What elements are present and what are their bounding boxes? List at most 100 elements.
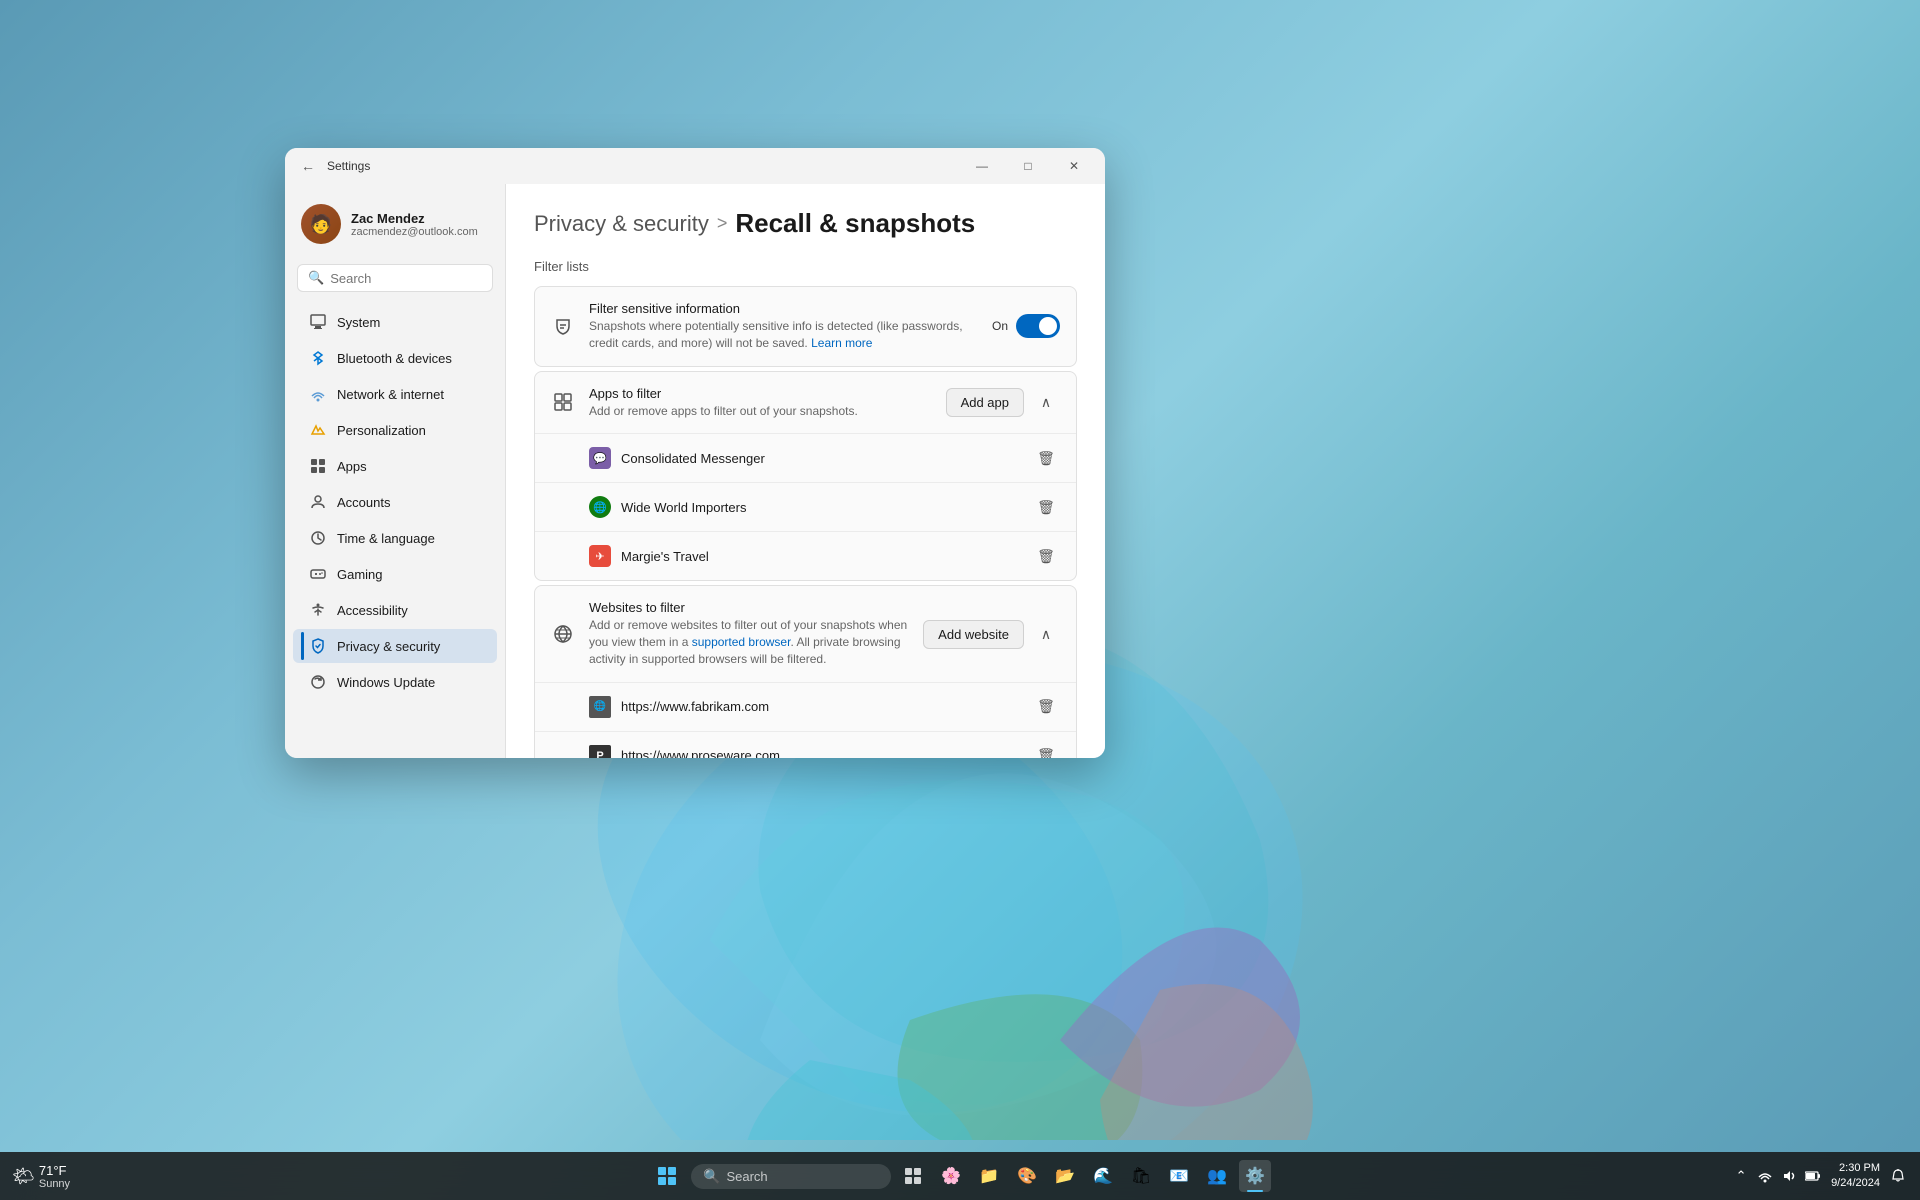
filter-sensitive-action: On	[992, 314, 1060, 338]
sidebar-item-system-label: System	[337, 315, 380, 330]
title-bar-controls: — □ ✕	[959, 150, 1097, 182]
system-icon	[309, 313, 327, 331]
apps-to-filter-desc: Add or remove apps to filter out of your…	[589, 403, 932, 420]
delete-wide-world-importers-btn[interactable]: 🗑	[1032, 493, 1060, 521]
bluetooth-icon	[309, 349, 327, 367]
files-button[interactable]: 📂	[1049, 1160, 1081, 1192]
app-item-label-0: Consolidated Messenger	[621, 451, 1022, 466]
supported-browser-link[interactable]: supported browser	[692, 635, 791, 649]
show-hidden-icons-button[interactable]: ⌃	[1731, 1166, 1751, 1186]
apps-to-filter-action: Add app ∧	[946, 388, 1060, 417]
system-tray: ⌃	[1731, 1166, 1823, 1186]
weather-condition: Sunny	[39, 1178, 70, 1190]
widgets-button[interactable]: 🌸	[935, 1160, 967, 1192]
back-button[interactable]: ←	[301, 158, 315, 174]
start-button[interactable]	[649, 1158, 685, 1194]
sidebar-item-gaming-label: Gaming	[337, 567, 383, 582]
breadcrumb-current: Recall & snapshots	[735, 208, 975, 239]
sidebar-item-privacy[interactable]: Privacy & security	[293, 629, 497, 663]
sidebar-item-network-label: Network & internet	[337, 387, 444, 402]
task-view-button[interactable]	[897, 1160, 929, 1192]
website-item-proseware: P https://www.proseware.com 🗑	[535, 732, 1076, 758]
taskbar-center: 🔍 Search 🌸 📁 🎨 📂 🌊 🛍	[649, 1158, 1271, 1194]
websites-to-filter-title: Websites to filter	[589, 600, 909, 615]
clock-date: 9/24/2024	[1831, 1176, 1880, 1191]
websites-to-filter-card: Websites to filter Add or remove website…	[534, 585, 1077, 758]
filter-sensitive-toggle[interactable]	[1016, 314, 1060, 338]
system-clock[interactable]: 2:30 PM 9/24/2024	[1831, 1161, 1880, 1192]
sidebar-item-time[interactable]: Time & language	[293, 521, 497, 555]
edge-button[interactable]: 🌊	[1087, 1160, 1119, 1192]
taskbar-search-bar[interactable]: 🔍 Search	[691, 1164, 891, 1189]
delete-margies-travel-btn[interactable]: 🗑	[1032, 542, 1060, 570]
sidebar-item-personalization[interactable]: Personalization	[293, 413, 497, 447]
filter-sensitive-learn-more-link[interactable]: Learn more	[811, 336, 872, 350]
battery-tray-icon[interactable]	[1803, 1166, 1823, 1186]
sidebar-item-gaming[interactable]: Gaming	[293, 557, 497, 591]
sidebar-item-system[interactable]: System	[293, 305, 497, 339]
wide-world-importers-icon: 🌐	[589, 496, 611, 518]
sidebar-item-update-label: Windows Update	[337, 675, 435, 690]
notification-button[interactable]	[1888, 1166, 1908, 1186]
update-icon	[309, 673, 327, 691]
taskbar-left: 🌤 71°F Sunny	[12, 1163, 70, 1190]
sidebar-item-time-label: Time & language	[337, 531, 435, 546]
consolidated-messenger-icon: 💬	[589, 447, 611, 469]
filter-sensitive-card: Filter sensitive information Snapshots w…	[534, 286, 1077, 367]
filter-sensitive-toggle-label: On	[992, 319, 1008, 333]
add-website-button[interactable]: Add website	[923, 620, 1024, 649]
website-item-label-0: https://www.fabrikam.com	[621, 699, 1022, 714]
title-bar-left: ← Settings	[301, 158, 370, 174]
filter-sensitive-icon	[551, 314, 575, 338]
apps-to-filter-collapse-btn[interactable]: ∧	[1032, 388, 1060, 416]
apps-to-filter-title: Apps to filter	[589, 386, 932, 401]
website-item-fabrikam: 🌐 https://www.fabrikam.com 🗑	[535, 683, 1076, 732]
taskbar-right: ⌃ 2:30 PM 9/24/2024	[1731, 1161, 1908, 1192]
minimize-button[interactable]: —	[959, 150, 1005, 182]
network-tray-icon[interactable]	[1755, 1166, 1775, 1186]
app-item-margies-travel: ✈ Margie's Travel 🗑	[535, 532, 1076, 580]
apps-to-filter-header: Apps to filter Add or remove apps to fil…	[535, 372, 1076, 435]
sidebar-item-accounts[interactable]: Accounts	[293, 485, 497, 519]
filter-sensitive-text: Filter sensitive information Snapshots w…	[589, 301, 978, 352]
websites-to-filter-collapse-btn[interactable]: ∧	[1032, 620, 1060, 648]
sidebar-item-update[interactable]: Windows Update	[293, 665, 497, 699]
sidebar-item-personalization-label: Personalization	[337, 423, 426, 438]
user-profile[interactable]: 🧑 Zac Mendez zacmendez@outlook.com	[285, 192, 505, 260]
sidebar-item-apps[interactable]: Apps	[293, 449, 497, 483]
settings-taskbar-button[interactable]: ⚙️	[1239, 1160, 1271, 1192]
taskbar-search-label: Search	[726, 1169, 767, 1184]
close-button[interactable]: ✕	[1051, 150, 1097, 182]
sidebar-search[interactable]: 🔍	[297, 264, 493, 292]
accessibility-icon	[309, 601, 327, 619]
mail-button[interactable]: 📧	[1163, 1160, 1195, 1192]
margies-travel-icon: ✈	[589, 545, 611, 567]
delete-consolidated-messenger-btn[interactable]: 🗑	[1032, 444, 1060, 472]
websites-to-filter-desc: Add or remove websites to filter out of …	[589, 617, 909, 667]
delete-proseware-btn[interactable]: 🗑	[1032, 742, 1060, 758]
add-app-button[interactable]: Add app	[946, 388, 1024, 417]
sidebar-item-accessibility[interactable]: Accessibility	[293, 593, 497, 627]
websites-to-filter-text: Websites to filter Add or remove website…	[589, 600, 909, 667]
sidebar-search-icon: 🔍	[308, 270, 324, 286]
sidebar-item-network[interactable]: Network & internet	[293, 377, 497, 411]
maximize-button[interactable]: □	[1005, 150, 1051, 182]
window-title: Settings	[327, 159, 370, 173]
teams-button[interactable]: 👥	[1201, 1160, 1233, 1192]
sidebar-search-input[interactable]	[330, 271, 505, 286]
sound-tray-icon[interactable]	[1779, 1166, 1799, 1186]
store-button[interactable]: 🛍	[1125, 1160, 1157, 1192]
file-explorer-button[interactable]: 📁	[973, 1160, 1005, 1192]
windows-logo	[658, 1167, 676, 1185]
breadcrumb-parent[interactable]: Privacy & security	[534, 211, 709, 237]
websites-to-filter-action: Add website ∧	[923, 620, 1060, 649]
websites-to-filter-icon	[551, 622, 575, 646]
delete-fabrikam-btn[interactable]: 🗑	[1032, 693, 1060, 721]
personalization-icon	[309, 421, 327, 439]
sidebar-item-apps-label: Apps	[337, 459, 367, 474]
network-icon	[309, 385, 327, 403]
sidebar-item-bluetooth[interactable]: Bluetooth & devices	[293, 341, 497, 375]
websites-to-filter-header: Websites to filter Add or remove website…	[535, 586, 1076, 682]
browser-button[interactable]: 🎨	[1011, 1160, 1043, 1192]
weather-widget[interactable]: 🌤 71°F Sunny	[12, 1163, 70, 1190]
